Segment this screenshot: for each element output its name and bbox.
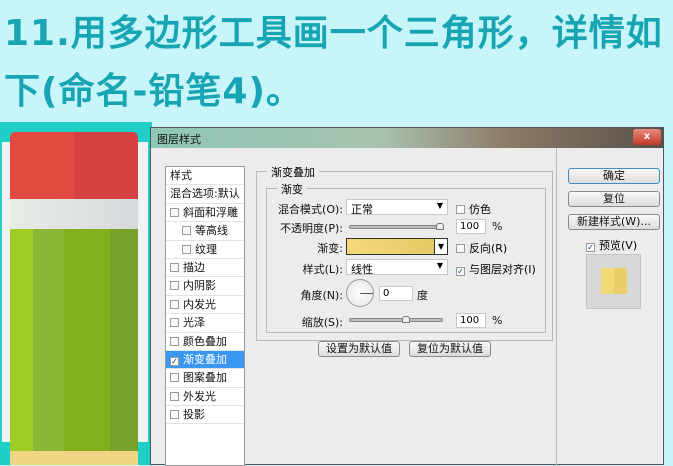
dialog-title: 图层样式 — [157, 133, 201, 146]
style-item-label: 光泽 — [183, 316, 205, 330]
style-item-label: 内阴影 — [183, 279, 216, 293]
checkbox[interactable] — [182, 244, 191, 254]
style-preview-swatch — [586, 254, 641, 309]
chevron-down-icon: ▼ — [436, 261, 443, 270]
style-select[interactable]: 线性 ▼ — [346, 259, 448, 276]
style-item[interactable]: 等高线 — [166, 222, 244, 241]
style-item-label: 投影 — [183, 408, 205, 422]
style-item-label: 样式 — [170, 169, 192, 182]
checkbox[interactable] — [170, 318, 179, 328]
style-item-label: 混合选项:默认 — [170, 187, 240, 201]
style-item-label: 斜面和浮雕 — [183, 205, 238, 219]
gradient-label: 渐变: — [317, 242, 343, 255]
style-item[interactable]: 混合选项:默认 — [166, 185, 244, 204]
style-item[interactable]: 样式 — [166, 167, 244, 186]
scale-unit: % — [492, 314, 503, 327]
style-item[interactable]: 纹理 — [166, 241, 244, 259]
styles-list: 样式混合选项:默认斜面和浮雕等高线纹理描边内阴影内发光光泽颜色叠加 ✓ 渐变叠加图案… — [165, 166, 245, 466]
set-default-button[interactable]: 设置为默认值 — [318, 341, 400, 357]
opacity-input[interactable]: 100 — [456, 219, 486, 234]
section-title: 渐变叠加 — [267, 164, 319, 180]
scale-input[interactable]: 100 — [456, 313, 486, 328]
close-button[interactable]: x — [633, 129, 661, 145]
style-item-label: 纹理 — [195, 242, 217, 256]
checkbox[interactable] — [170, 391, 179, 401]
dither-checkbox[interactable]: 仿色 — [456, 201, 491, 217]
style-item[interactable]: 内阴影 — [166, 277, 244, 296]
scale-label: 缩放(S): — [301, 316, 343, 329]
checkbox[interactable] — [170, 281, 179, 291]
angle-unit: 度 — [417, 289, 428, 302]
blend-mode-label: 混合模式(O): — [278, 203, 343, 216]
angle-label: 角度(N): — [300, 289, 343, 302]
reset-default-button[interactable]: 复位为默认值 — [409, 341, 491, 357]
gradient-picker[interactable] — [346, 238, 448, 255]
angle-dial[interactable] — [346, 279, 374, 307]
align-with-layer-checkbox[interactable]: ✓ 与图层对齐(I) — [456, 261, 536, 277]
new-style-button[interactable]: 新建样式(W)... — [568, 214, 660, 230]
style-item[interactable]: 投影 — [166, 406, 244, 425]
layer-style-dialog: 图层样式 x 样式混合选项:默认斜面和浮雕等高线纹理描边内阴影内发光光泽颜色叠加… — [150, 127, 664, 466]
style-item[interactable]: 内发光 — [166, 296, 244, 315]
style-item-label: 内发光 — [183, 297, 216, 311]
style-item[interactable]: ✓ 渐变叠加 — [166, 350, 244, 370]
checkbox[interactable] — [170, 299, 179, 309]
checkbox[interactable] — [182, 226, 191, 236]
style-item-label: 渐变叠加 — [183, 352, 227, 366]
chevron-down-icon: ▼ — [436, 201, 443, 210]
dialog-titlebar: 图层样式 — [151, 128, 663, 148]
style-item-label: 外发光 — [183, 389, 216, 403]
ok-button[interactable]: 确定 — [568, 168, 660, 184]
heading-line-1: 11.用多边形工具画一个三角形，详情如 — [4, 13, 663, 54]
heading-line-2: 下(命名-铅笔4)。 — [4, 71, 303, 112]
opacity-unit: % — [492, 220, 503, 233]
divider — [556, 148, 557, 466]
checkbox[interactable] — [170, 262, 179, 272]
style-item[interactable]: 颜色叠加 — [166, 333, 244, 351]
pencil-illustration — [10, 132, 138, 465]
checkbox[interactable] — [170, 207, 179, 217]
style-item-label: 颜色叠加 — [183, 334, 227, 348]
gradient-dropdown[interactable]: ▼ — [434, 238, 448, 255]
checkbox[interactable] — [170, 410, 179, 420]
checkbox[interactable] — [170, 373, 179, 383]
style-item[interactable]: 描边 — [166, 259, 244, 278]
checkbox[interactable]: ✓ — [170, 356, 179, 366]
group-title: 渐变 — [277, 181, 307, 197]
style-item[interactable]: 外发光 — [166, 388, 244, 407]
style-item-label: 描边 — [183, 260, 205, 274]
blend-mode-select[interactable]: 正常 ▼ — [346, 199, 448, 216]
style-label: 样式(L): — [302, 263, 343, 276]
reverse-checkbox[interactable]: 反向(R) — [456, 240, 507, 256]
style-item[interactable]: 图案叠加 — [166, 369, 244, 388]
scale-slider[interactable] — [349, 316, 443, 323]
style-item[interactable]: 斜面和浮雕 — [166, 204, 244, 223]
opacity-slider[interactable] — [349, 223, 444, 230]
reset-button[interactable]: 复位 — [568, 191, 660, 207]
style-item-label: 等高线 — [195, 224, 228, 238]
style-item-label: 图案叠加 — [183, 371, 227, 385]
angle-input[interactable]: 0 — [379, 286, 413, 301]
opacity-label: 不透明度(P): — [280, 222, 343, 235]
style-item[interactable]: 光泽 — [166, 314, 244, 333]
canvas-preview — [0, 122, 152, 465]
preview-checkbox[interactable]: ✓ 预览(V) — [586, 237, 637, 253]
checkbox[interactable] — [170, 336, 179, 346]
